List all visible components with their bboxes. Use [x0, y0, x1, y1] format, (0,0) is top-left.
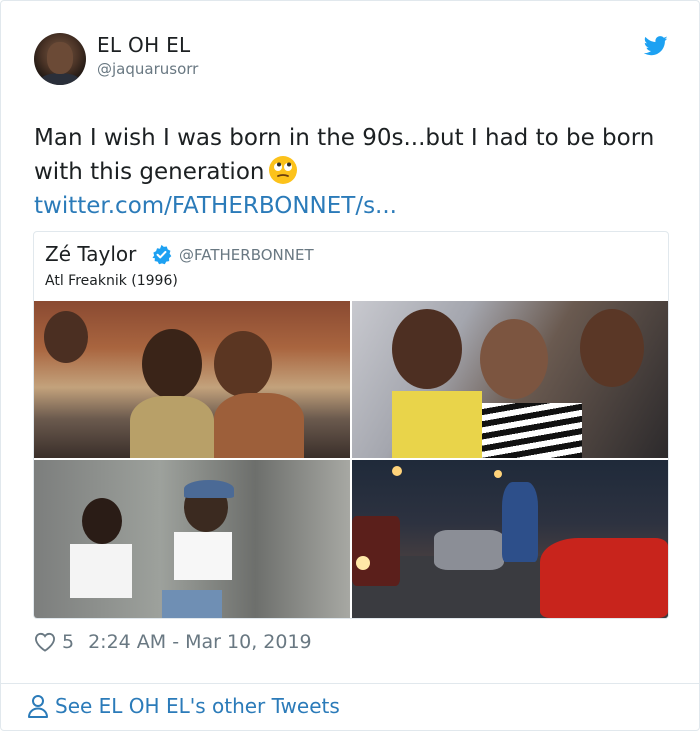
crowd-street-photo[interactable] [34, 301, 350, 458]
tweet-text: Man I wish I was born in the 90s...but I… [34, 125, 655, 185]
photo-figure [214, 331, 272, 397]
dancing-women-photo[interactable] [34, 460, 350, 618]
photo-car-red [540, 538, 668, 618]
embedded-tweet-card: EL OH EL @jaquarusorr Man I wish I was b… [0, 0, 700, 731]
author-handle[interactable]: @jaquarusorr [97, 60, 198, 78]
night-street-cars-photo[interactable] [352, 460, 668, 618]
photo-shirt [392, 391, 482, 458]
see-other-tweets-label[interactable]: See EL OH EL's other Tweets [55, 694, 340, 718]
photo-headlight [356, 556, 370, 570]
twitter-bird-icon[interactable] [644, 36, 668, 56]
tweet-timestamp[interactable]: 2:24 AM - Mar 10, 2019 [88, 631, 312, 653]
rolling-eyes-emoji-icon [269, 156, 298, 184]
photo-shirt [214, 393, 304, 458]
quoted-author-handle[interactable]: @FATHERBONNET [179, 246, 314, 264]
photo-headlight [494, 470, 502, 478]
quoted-tweet-link[interactable]: twitter.com/FATHERBONNET/s... [34, 189, 664, 223]
photo-shirt [174, 532, 232, 580]
photo-car-gray [434, 530, 504, 570]
verified-badge-icon [152, 244, 172, 265]
author-name[interactable]: EL OH EL [97, 33, 190, 57]
see-other-tweets-link[interactable]: See EL OH EL's other Tweets [27, 694, 340, 718]
photo-shirt [70, 544, 132, 598]
heart-icon[interactable] [34, 632, 56, 652]
photo-shirt [482, 403, 582, 458]
photo-hat [184, 480, 234, 498]
photo-figure [82, 498, 122, 544]
photo-figure [142, 329, 202, 399]
quoted-tweet-text: Atl Freaknik (1996) [45, 273, 178, 289]
quoted-author-name[interactable]: Zé Taylor [45, 242, 136, 266]
photo-jeans [162, 590, 222, 618]
like-count[interactable]: 5 [62, 631, 74, 653]
author-avatar[interactable] [34, 33, 86, 85]
car-friends-photo[interactable] [352, 301, 668, 458]
photo-figure [480, 319, 548, 399]
footer-divider [1, 683, 699, 684]
avatar-face [47, 42, 73, 74]
person-icon [28, 695, 48, 718]
photo-figure [44, 311, 88, 363]
photo-figure [580, 309, 644, 387]
tweet-body: Man I wish I was born in the 90s...but I… [34, 121, 664, 223]
photo-shirt [130, 396, 214, 458]
photo-figure [502, 482, 538, 562]
photo-car-dark [352, 516, 400, 586]
photo-headlight [392, 466, 402, 476]
photo-figure [392, 309, 462, 389]
avatar-shirt [38, 73, 82, 85]
tweet-meta: 5 2:24 AM - Mar 10, 2019 [34, 631, 312, 653]
quoted-tweet[interactable]: Zé Taylor @FATHERBONNET Atl Freaknik (19… [33, 231, 669, 619]
